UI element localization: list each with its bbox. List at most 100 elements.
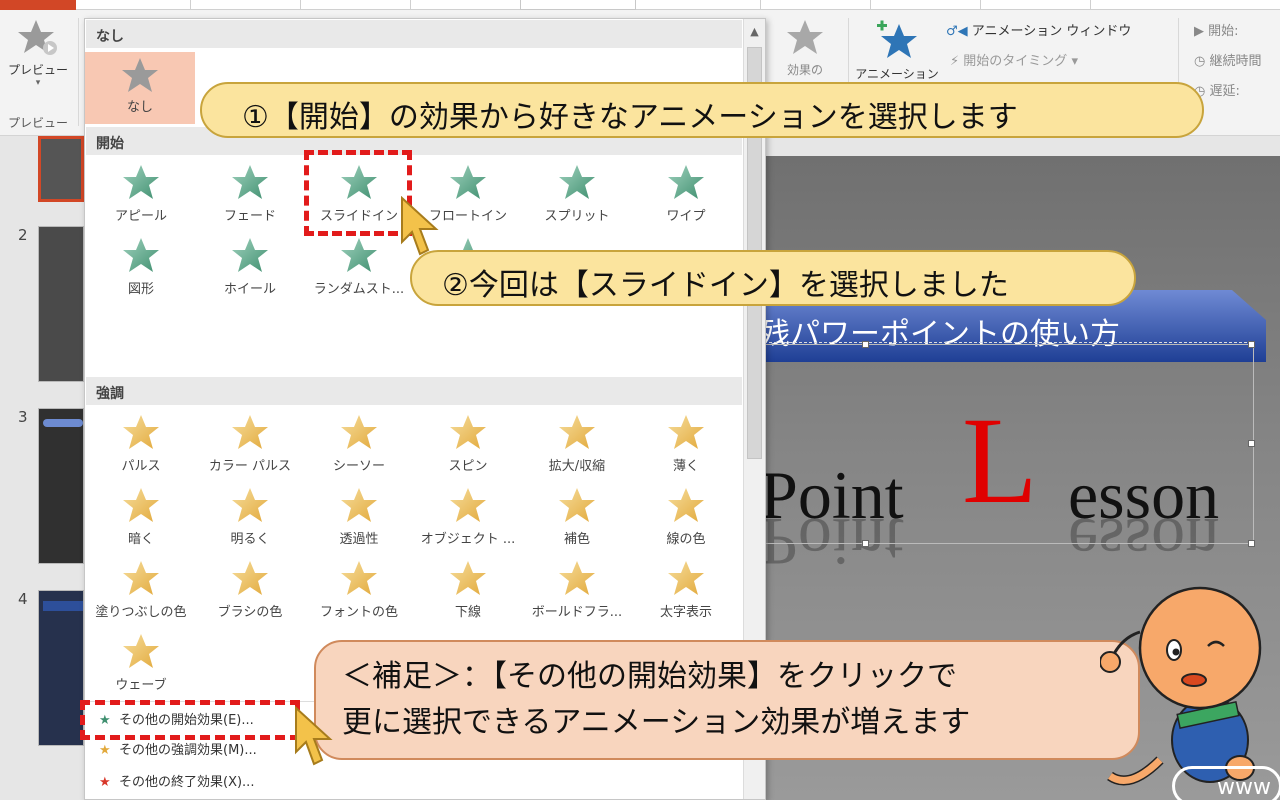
slide-thumbnail[interactable] xyxy=(38,590,84,746)
green-star-icon xyxy=(232,238,268,272)
emphasis-effect-tile[interactable]: 太字表示 xyxy=(632,555,740,625)
add-animation-star-icon xyxy=(877,20,917,58)
emphasis-effect-tile[interactable]: スピン xyxy=(414,409,522,479)
emphasis-effect-tile[interactable]: オブジェクト ... xyxy=(414,482,522,552)
chevron-down-icon: ▾ xyxy=(1071,54,1078,69)
emphasis-effect-label: 線の色 xyxy=(666,532,706,547)
emphasis-effect-tile[interactable]: 線の色 xyxy=(632,482,740,552)
emphasis-effect-tile[interactable]: カラー パルス xyxy=(196,409,304,479)
emphasis-effect-tile[interactable]: 補色 xyxy=(523,482,631,552)
slide-number: 4 xyxy=(18,590,28,608)
highlight-more-entrance xyxy=(80,700,300,740)
ribbon-tab[interactable] xyxy=(300,0,410,10)
ribbon-tab[interactable] xyxy=(760,0,870,10)
gold-star-icon xyxy=(450,561,486,595)
emphasis-effect-tile[interactable]: ボールドフラ... xyxy=(523,555,631,625)
animation-none-tile[interactable]: なし xyxy=(85,52,195,124)
green-star-icon xyxy=(450,165,486,199)
gold-star-icon xyxy=(341,488,377,522)
red-star-icon: ★ xyxy=(99,775,111,790)
entrance-effect-tile[interactable]: ランダムスト... xyxy=(305,232,413,302)
trigger-label: 開始のタイミング xyxy=(963,54,1068,69)
ribbon-tab[interactable] xyxy=(190,0,300,10)
emphasis-effect-label: 補色 xyxy=(563,532,590,547)
gold-star-icon xyxy=(341,415,377,449)
chevron-down-icon: ▾ xyxy=(35,78,41,88)
emphasis-effect-label: 太字表示 xyxy=(659,605,712,620)
emphasis-effect-tile[interactable]: 塗りつぶしの色 xyxy=(87,555,195,625)
duration-control[interactable]: ◷ 継続時間 xyxy=(1194,50,1262,69)
entrance-effect-tile[interactable]: フェード xyxy=(196,159,304,229)
resize-handle[interactable] xyxy=(1248,440,1255,447)
emphasis-effect-tile[interactable]: 拡大/収縮 xyxy=(523,409,631,479)
gold-star-icon: ★ xyxy=(99,743,111,758)
ribbon-divider xyxy=(78,18,79,126)
emphasis-effect-tile[interactable]: パルス xyxy=(87,409,195,479)
slide-thumbnail[interactable] xyxy=(38,226,84,382)
add-animation-button[interactable]: アニメーション xyxy=(852,18,942,82)
trigger-button[interactable]: ⚡ 開始のタイミング ▾ xyxy=(950,50,1078,69)
entrance-effect-label: アピール xyxy=(114,209,167,224)
file-tab[interactable] xyxy=(0,0,76,10)
green-star-icon xyxy=(232,165,268,199)
emphasis-effect-tile[interactable]: 透過性 xyxy=(305,482,413,552)
callout-note: ＜補足＞：【その他の開始効果】をクリックで 更に選択できるアニメーション効果が増… xyxy=(314,640,1140,760)
emphasis-effect-tile[interactable]: 下線 xyxy=(414,555,522,625)
section-header-emphasis: 強調 xyxy=(86,377,742,405)
entrance-effect-label: フェード xyxy=(223,209,276,224)
emphasis-effect-tile[interactable]: フォントの色 xyxy=(305,555,413,625)
ribbon-tab[interactable] xyxy=(1090,0,1200,10)
animation-pane-button[interactable]: ♂◀ アニメーション ウィンドウ xyxy=(946,20,1131,39)
more-emphasis-label: その他の強調効果(M)... xyxy=(119,743,257,758)
gold-star-icon xyxy=(232,415,268,449)
emphasis-effect-tile[interactable]: 暗く xyxy=(87,482,195,552)
delay-control[interactable]: ◷ 遅延: xyxy=(1194,80,1240,99)
emphasis-effect-tile[interactable]: ウェーブ xyxy=(87,628,195,698)
ribbon-tab[interactable] xyxy=(410,0,520,10)
resize-handle[interactable] xyxy=(862,540,869,547)
entrance-effect-tile[interactable]: 図形 xyxy=(87,232,195,302)
emphasis-effect-tile[interactable]: 明るく xyxy=(196,482,304,552)
animation-none-label: なし xyxy=(126,100,153,115)
entrance-effect-tile[interactable]: ワイプ xyxy=(632,159,740,229)
emphasis-effect-label: パルス xyxy=(121,459,161,474)
emphasis-effect-tile[interactable]: シーソー xyxy=(305,409,413,479)
effect-options-label: 効果の xyxy=(786,63,823,77)
callout-note-line2: 更に選択できるアニメーション効果が増えます xyxy=(342,705,971,740)
add-animation-label: アニメーション xyxy=(855,67,939,81)
entrance-effect-label: ワイプ xyxy=(666,209,706,224)
emphasis-effect-label: 暗く xyxy=(127,532,154,547)
entrance-effect-tile[interactable]: ホイール xyxy=(196,232,304,302)
slide-thumbnail-selected[interactable] xyxy=(38,136,84,202)
entrance-effect-tile[interactable]: アピール xyxy=(87,159,195,229)
emphasis-effect-label: ボールドフラ... xyxy=(531,605,623,620)
emphasis-effect-tile[interactable]: ブラシの色 xyxy=(196,555,304,625)
entrance-effect-tile[interactable]: スプリット xyxy=(523,159,631,229)
start-label: 開始: xyxy=(1208,24,1239,39)
entrance-effect-label: ホイール xyxy=(223,282,276,297)
green-star-icon xyxy=(123,238,159,272)
resize-handle[interactable] xyxy=(1248,341,1255,348)
more-exit-effects-link[interactable]: ★ その他の終了効果(X)... xyxy=(99,771,254,790)
emphasis-effect-label: 薄く xyxy=(672,459,699,474)
gold-star-icon xyxy=(668,488,704,522)
effect-options-button[interactable]: 効果の xyxy=(772,18,838,78)
green-star-icon xyxy=(123,165,159,199)
preview-button[interactable]: プレビュー ▾ xyxy=(6,18,70,88)
ribbon-tab[interactable] xyxy=(980,0,1090,10)
more-emphasis-effects-link[interactable]: ★ その他の強調効果(M)... xyxy=(99,739,257,758)
start-control[interactable]: ▶ 開始: xyxy=(1194,20,1239,39)
emphasis-effect-label: ウェーブ xyxy=(115,678,167,693)
lightning-icon: ⚡ xyxy=(950,54,960,69)
scroll-up-icon[interactable]: ▲ xyxy=(747,25,762,41)
more-exit-label: その他の終了効果(X)... xyxy=(119,775,255,790)
animations-tab[interactable] xyxy=(520,0,636,10)
ribbon-tab[interactable] xyxy=(870,0,980,10)
emphasis-effect-label: カラー パルス xyxy=(208,459,292,474)
entrance-effect-label: スプリット xyxy=(544,209,610,224)
slide-thumbnail[interactable] xyxy=(38,408,84,564)
emphasis-effect-label: 下線 xyxy=(454,605,481,620)
resize-handle[interactable] xyxy=(862,341,869,348)
resize-handle[interactable] xyxy=(1248,540,1255,547)
emphasis-effect-tile[interactable]: 薄く xyxy=(632,409,740,479)
